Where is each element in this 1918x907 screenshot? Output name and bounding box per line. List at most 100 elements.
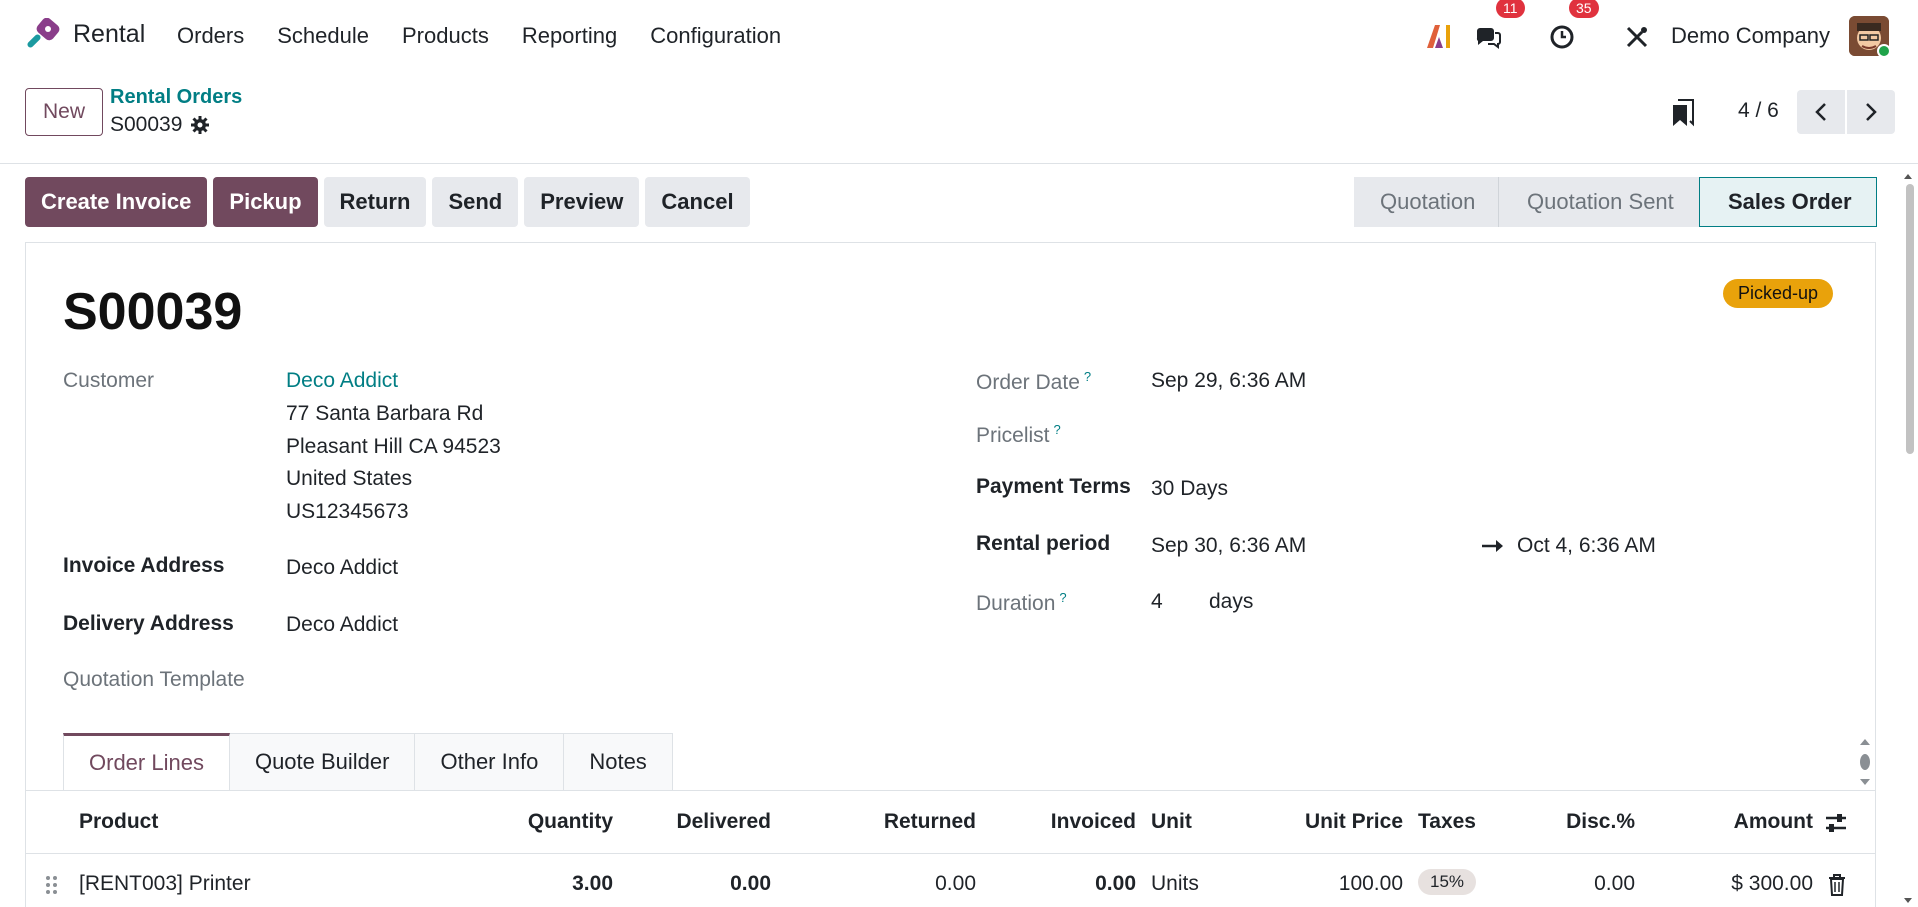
pager-next-button[interactable] bbox=[1847, 90, 1895, 134]
menu-products[interactable]: Products bbox=[402, 23, 489, 49]
ai-icon[interactable] bbox=[1425, 22, 1453, 50]
column-header-delivered[interactable]: Delivered bbox=[651, 810, 771, 834]
duration-value[interactable]: 4 bbox=[1151, 590, 1163, 614]
chevron-right-icon bbox=[1866, 103, 1877, 121]
cell-discount[interactable]: 0.00 bbox=[1515, 872, 1635, 896]
tab-order-lines[interactable]: Order Lines bbox=[63, 733, 230, 791]
address-line: Pleasant Hill CA 94523 bbox=[286, 435, 501, 458]
column-header-taxes[interactable]: Taxes bbox=[1418, 810, 1476, 834]
cell-returned[interactable]: 0.00 bbox=[856, 872, 976, 896]
rental-period-label: Rental period bbox=[976, 532, 1111, 555]
address-line: 77 Santa Barbara Rd bbox=[286, 402, 484, 425]
menu-orders[interactable]: Orders bbox=[177, 23, 244, 49]
cell-product[interactable]: [RENT003] Printer bbox=[79, 872, 251, 896]
scroll-up-icon[interactable] bbox=[1902, 172, 1914, 180]
cancel-button[interactable]: Cancel bbox=[645, 177, 750, 227]
customer-label: Customer bbox=[63, 369, 155, 392]
pager-value[interactable]: 4 / 6 bbox=[1738, 99, 1779, 123]
rental-app-icon[interactable] bbox=[24, 18, 60, 54]
breadcrumb-rental-orders[interactable]: Rental Orders bbox=[110, 86, 242, 109]
rental-end-field[interactable]: Oct 4, 6:36 AM bbox=[1517, 534, 1656, 558]
column-header-quantity[interactable]: Quantity bbox=[500, 810, 613, 834]
pricelist-label: Pricelist? bbox=[976, 422, 1061, 447]
cell-amount: $ 300.00 bbox=[1731, 872, 1813, 895]
stage-quotation-sent[interactable]: Quotation Sent bbox=[1498, 177, 1699, 227]
payment-terms-field[interactable]: 30 Days bbox=[1151, 477, 1228, 501]
cell-delivered[interactable]: 0.00 bbox=[651, 872, 771, 896]
status-bar: Quotation Quotation Sent Sales Order bbox=[1354, 177, 1877, 227]
duration-unit: days bbox=[1209, 590, 1254, 613]
cell-quantity[interactable]: 3.00 bbox=[500, 872, 613, 896]
address-line: United States bbox=[286, 467, 413, 490]
optional-columns-toggle-icon[interactable] bbox=[1824, 812, 1848, 834]
preview-button[interactable]: Preview bbox=[524, 177, 640, 227]
column-header-unit-price[interactable]: Unit Price bbox=[1282, 810, 1403, 834]
activities-badge: 35 bbox=[1569, 0, 1599, 18]
online-status-dot bbox=[1877, 44, 1891, 58]
help-tooltip-icon[interactable]: ? bbox=[1054, 422, 1061, 437]
company-switcher[interactable]: Demo Company bbox=[1671, 23, 1830, 49]
top-navbar: Rental Orders Schedule Products Reportin… bbox=[0, 0, 1918, 74]
order-date-label: Order Date? bbox=[976, 369, 1092, 394]
tab-quote-builder[interactable]: Quote Builder bbox=[229, 733, 416, 791]
table-header-divider bbox=[25, 853, 1876, 854]
arrow-right-icon bbox=[1482, 540, 1503, 552]
gear-icon[interactable] bbox=[190, 115, 210, 135]
new-button[interactable]: New bbox=[25, 88, 103, 136]
app-name[interactable]: Rental bbox=[73, 20, 145, 49]
column-header-product[interactable]: Product bbox=[79, 810, 158, 834]
notebook-tabs: Order Lines Quote Builder Other Info Not… bbox=[63, 733, 673, 791]
menu-configuration[interactable]: Configuration bbox=[650, 23, 781, 49]
cell-unit[interactable]: Units bbox=[1151, 872, 1199, 896]
control-panel-divider bbox=[0, 163, 1918, 164]
column-header-returned[interactable]: Returned bbox=[856, 810, 976, 834]
menu-reporting[interactable]: Reporting bbox=[522, 23, 617, 49]
column-header-amount[interactable]: Amount bbox=[1693, 810, 1813, 834]
help-tooltip-icon[interactable]: ? bbox=[1084, 369, 1091, 384]
return-button[interactable]: Return bbox=[323, 177, 427, 227]
cell-unit-price[interactable]: 100.00 bbox=[1282, 872, 1403, 896]
scroll-down-icon[interactable] bbox=[1902, 897, 1914, 905]
record-title: S00039 bbox=[63, 283, 243, 341]
delete-trash-icon[interactable] bbox=[1828, 874, 1846, 896]
form-action-buttons: Create Invoice Pickup Return Send Previe… bbox=[25, 177, 750, 227]
delivery-address-field[interactable]: Deco Addict bbox=[286, 613, 398, 637]
help-tooltip-icon[interactable]: ? bbox=[1059, 590, 1066, 605]
column-header-invoiced[interactable]: Invoiced bbox=[1016, 810, 1136, 834]
pickup-button[interactable]: Pickup bbox=[213, 177, 318, 227]
order-date-field[interactable]: Sep 29, 6:36 AM bbox=[1151, 369, 1306, 393]
tax-tag[interactable]: 15% bbox=[1418, 869, 1477, 895]
tab-notes[interactable]: Notes bbox=[564, 733, 673, 791]
invoice-address-label: Invoice Address bbox=[63, 554, 225, 577]
column-header-discount[interactable]: Disc.% bbox=[1515, 810, 1635, 834]
send-button[interactable]: Send bbox=[432, 177, 519, 227]
chevron-left-icon bbox=[1815, 103, 1826, 121]
quotation-template-field[interactable] bbox=[286, 668, 586, 694]
rental-start-field[interactable]: Sep 30, 6:36 AM bbox=[1151, 534, 1306, 558]
bookmark-icon[interactable] bbox=[1669, 98, 1697, 128]
activity-clock-icon[interactable] bbox=[1549, 24, 1575, 50]
column-header-unit[interactable]: Unit bbox=[1151, 810, 1192, 834]
create-invoice-button[interactable]: Create Invoice bbox=[25, 177, 208, 227]
invoice-address-field[interactable]: Deco Addict bbox=[286, 556, 398, 580]
pager-previous-button[interactable] bbox=[1797, 90, 1845, 134]
delivery-address-label: Delivery Address bbox=[63, 612, 234, 635]
chat-icon[interactable] bbox=[1474, 24, 1502, 50]
main-menu: Orders Schedule Products Reporting Confi… bbox=[177, 23, 781, 49]
menu-schedule[interactable]: Schedule bbox=[277, 23, 369, 49]
tabs-divider bbox=[25, 790, 1876, 791]
stage-sales-order[interactable]: Sales Order bbox=[1699, 177, 1877, 227]
tools-icon[interactable] bbox=[1624, 24, 1650, 50]
customer-vat: US12345673 bbox=[286, 500, 409, 523]
duration-label: Duration? bbox=[976, 590, 1067, 615]
page-scrollbar-thumb[interactable] bbox=[1906, 184, 1914, 454]
quotation-template-label: Quotation Template bbox=[63, 668, 245, 691]
customer-field[interactable]: Deco Addict bbox=[286, 369, 398, 393]
drag-handle-icon[interactable] bbox=[45, 875, 59, 895]
messages-badge: 11 bbox=[1496, 0, 1525, 18]
tabs-scroll-arrows[interactable] bbox=[1858, 737, 1872, 787]
pricelist-field[interactable] bbox=[1151, 422, 1451, 448]
cell-invoiced[interactable]: 0.00 bbox=[1016, 872, 1136, 896]
tab-other-info[interactable]: Other Info bbox=[415, 733, 565, 791]
stage-quotation[interactable]: Quotation bbox=[1354, 177, 1498, 227]
